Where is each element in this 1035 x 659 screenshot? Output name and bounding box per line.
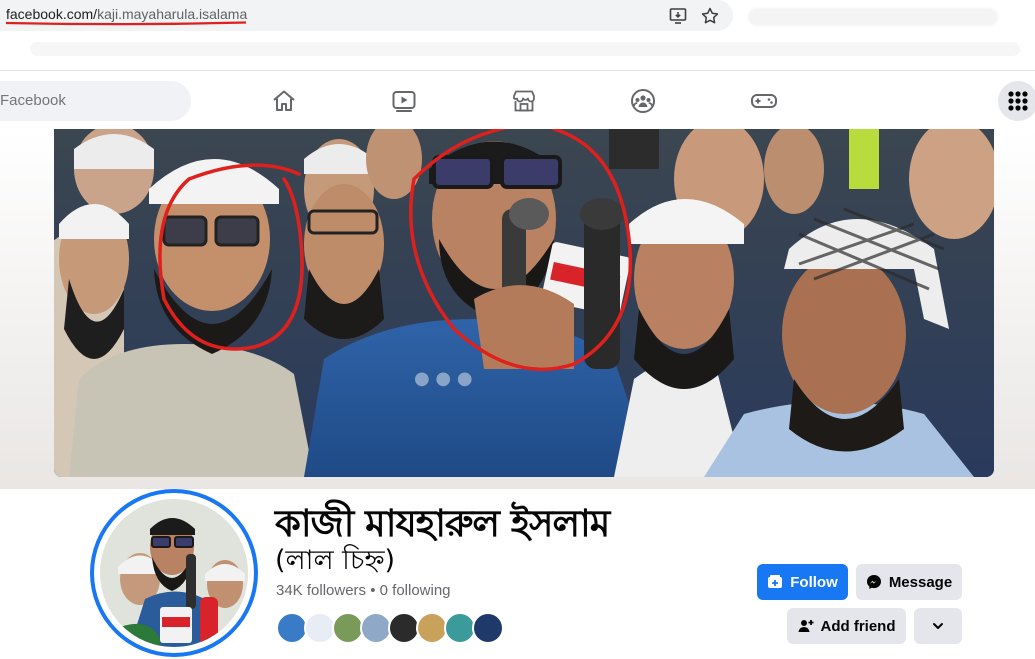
url-path: kaji.mayaharula.isalama bbox=[97, 6, 248, 22]
avatar-border bbox=[94, 493, 254, 653]
search-input[interactable] bbox=[0, 92, 160, 109]
address-bar[interactable]: facebook.com/kaji.mayaharula.isalama bbox=[0, 0, 733, 31]
grid-menu-icon bbox=[1008, 91, 1028, 111]
messenger-icon bbox=[866, 575, 881, 589]
url-text[interactable]: facebook.com/kaji.mayaharula.isalama bbox=[6, 6, 247, 22]
cover-photo[interactable]: ● ● ● bbox=[54, 129, 994, 477]
avatar-image bbox=[100, 499, 248, 647]
cover-photo-image: ● ● ● bbox=[54, 129, 994, 477]
video-icon[interactable] bbox=[391, 88, 417, 114]
message-label: Message bbox=[888, 573, 953, 591]
search-box[interactable] bbox=[0, 81, 191, 121]
friend-avatar[interactable] bbox=[472, 612, 504, 644]
install-app-icon[interactable] bbox=[668, 6, 688, 26]
follow-stats: 34K followers • 0 following bbox=[276, 582, 451, 599]
avatar-photo bbox=[100, 499, 248, 647]
home-icon[interactable] bbox=[271, 88, 297, 114]
add-friend-icon bbox=[798, 620, 813, 632]
message-button[interactable]: Message bbox=[856, 564, 962, 600]
chevron-down-icon bbox=[933, 623, 943, 629]
gaming-icon[interactable] bbox=[750, 88, 778, 114]
following-count[interactable]: 0 following bbox=[380, 582, 451, 599]
more-options-button[interactable] bbox=[914, 608, 962, 644]
profile-avatar[interactable] bbox=[90, 489, 258, 657]
follow-button[interactable]: Follow bbox=[757, 564, 848, 600]
follow-label: Follow bbox=[790, 573, 838, 591]
groups-icon[interactable] bbox=[630, 88, 656, 114]
follow-icon bbox=[768, 575, 783, 588]
browser-toolbar: facebook.com/kaji.mayaharula.isalama bbox=[0, 0, 1035, 70]
followers-count[interactable]: 34K followers bbox=[276, 582, 366, 599]
add-friend-label: Add friend bbox=[820, 617, 896, 635]
bookmarks-bar bbox=[30, 42, 1020, 56]
menu-button[interactable] bbox=[998, 81, 1035, 121]
bookmark-star-icon[interactable] bbox=[700, 6, 720, 26]
url-red-underline bbox=[5, 21, 247, 26]
url-domain: facebook.com/ bbox=[6, 6, 98, 22]
facebook-top-nav bbox=[0, 71, 1035, 129]
svg-text:● ● ●: ● ● ● bbox=[414, 368, 473, 389]
stats-separator: • bbox=[366, 582, 380, 599]
profile-subtitle: (লাল চিহ্ন) bbox=[275, 545, 396, 576]
marketplace-icon[interactable] bbox=[511, 88, 537, 114]
add-friend-button[interactable]: Add friend bbox=[787, 608, 906, 644]
extensions-area bbox=[748, 8, 998, 26]
